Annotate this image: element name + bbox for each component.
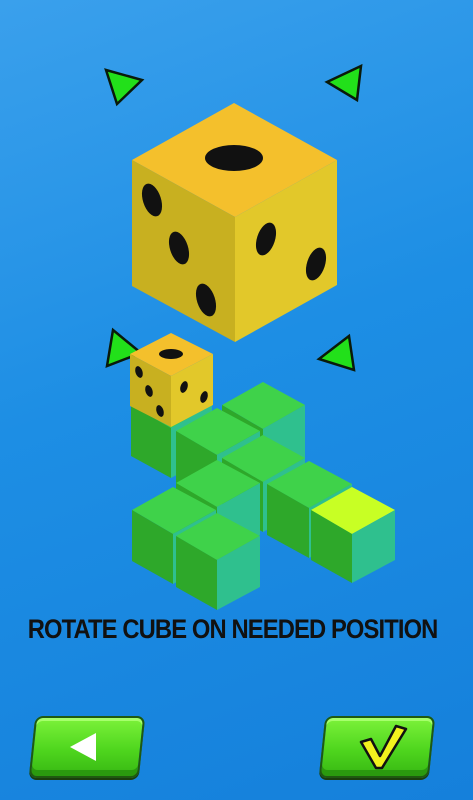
checkmark-icon: [359, 724, 408, 770]
big-die-pip: [205, 145, 263, 171]
confirm-button[interactable]: [318, 716, 436, 778]
instruction-text: ROTATE CUBE ON NEEDED POSITION: [27, 614, 439, 644]
rotate-up-left-arrow-icon[interactable]: [104, 68, 145, 107]
rotate-down-right-arrow-icon[interactable]: [316, 333, 356, 372]
back-button[interactable]: [28, 716, 146, 778]
big-die[interactable]: [132, 103, 337, 342]
rotate-up-right-arrow-icon[interactable]: [324, 63, 363, 103]
left-triangle-icon: [70, 733, 96, 761]
game-scene: [104, 63, 395, 610]
